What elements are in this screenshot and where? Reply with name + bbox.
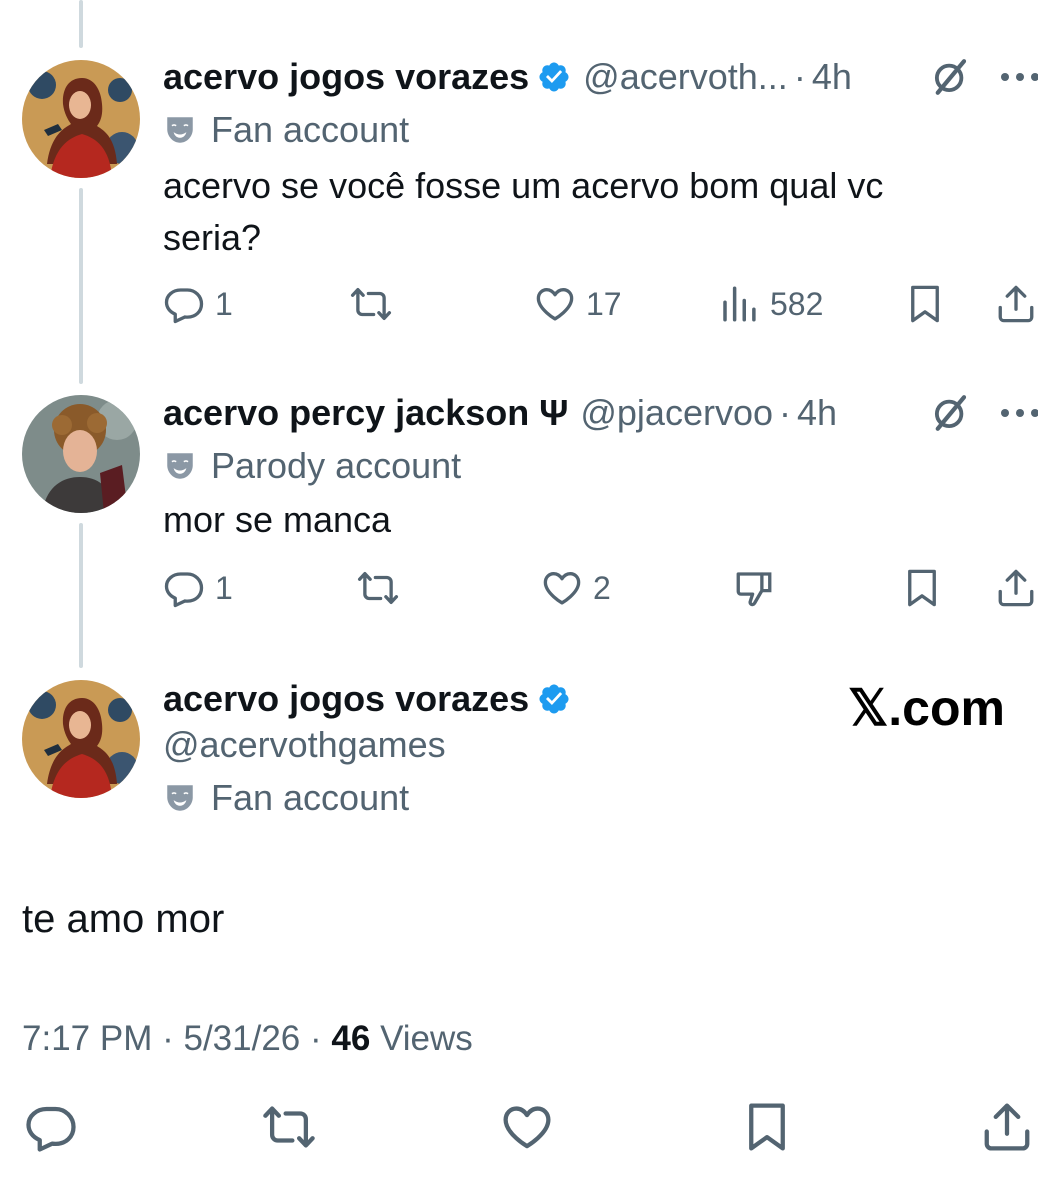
display-name[interactable]: acervo jogos vorazes (163, 56, 529, 98)
thread-line (79, 523, 83, 668)
views-label: Views (380, 1019, 473, 1058)
tweet-text: acervo se você fosse um acervo bom qual … (163, 160, 983, 264)
like-icon (534, 283, 576, 325)
repost-icon (357, 567, 399, 609)
separator-dot: · (310, 1019, 322, 1058)
bookmark-icon (740, 1100, 794, 1154)
tweet-metadata: 7:17 PM · 5/31/26 · 46 Views (22, 1016, 473, 1062)
more-icon[interactable] (998, 406, 1038, 420)
share-button[interactable] (995, 283, 1037, 325)
like-button[interactable]: 17 (534, 283, 622, 325)
like-icon (541, 567, 583, 609)
watermark: 𝕏.com (848, 680, 1005, 736)
grok-icon[interactable] (929, 56, 971, 98)
main-tweet-header: acervo jogos vorazes (163, 676, 571, 722)
account-label-text: Fan account (211, 777, 410, 818)
share-icon (980, 1100, 1034, 1154)
account-label: Fan account (163, 108, 409, 152)
share-button[interactable] (980, 1100, 1034, 1154)
bookmark-icon (901, 567, 943, 609)
post-time[interactable]: 7:17 PM (22, 1019, 152, 1058)
reply-button[interactable] (24, 1100, 78, 1154)
reply-count: 1 (215, 285, 233, 322)
username[interactable]: @pjacervoo (580, 392, 773, 434)
display-name[interactable]: acervo jogos vorazes (163, 678, 529, 720)
bookmark-button[interactable] (740, 1100, 794, 1154)
reply-button[interactable]: 1 (163, 283, 233, 325)
repost-icon (350, 283, 392, 325)
like-count: 2 (593, 569, 611, 606)
post-date[interactable]: 5/31/26 (183, 1019, 300, 1058)
separator-dot: · (779, 392, 791, 433)
account-label: Parody account (163, 444, 461, 488)
downvote-button[interactable] (733, 567, 775, 609)
verified-badge-icon[interactable] (537, 60, 571, 94)
avatar[interactable] (22, 60, 140, 178)
thread-line (79, 188, 83, 384)
username[interactable]: @acervothgames (163, 722, 446, 768)
bookmark-button[interactable] (904, 283, 946, 325)
views-button[interactable]: 582 (718, 283, 823, 325)
timestamp[interactable]: 4h (812, 56, 852, 98)
account-label-text: Parody account (211, 445, 462, 486)
like-button[interactable] (500, 1100, 554, 1154)
display-name[interactable]: acervo percy jackson Ψ (163, 392, 568, 434)
avatar[interactable] (22, 680, 140, 798)
views-count: 582 (770, 285, 824, 322)
repost-button[interactable] (357, 567, 399, 609)
grok-icon[interactable] (929, 392, 971, 434)
bookmark-button[interactable] (901, 567, 943, 609)
views-count[interactable]: 46 (331, 1019, 370, 1058)
reply-icon (24, 1100, 78, 1154)
repost-button[interactable] (262, 1100, 316, 1154)
username[interactable]: @acervoth... (583, 56, 788, 98)
like-icon (500, 1100, 554, 1154)
comedy-mask-icon (163, 113, 197, 147)
repost-button[interactable] (350, 283, 392, 325)
reply-count: 1 (215, 569, 233, 606)
account-label: Fan account (163, 776, 409, 820)
tweet-header: acervo percy jackson Ψ @pjacervoo · 4h (163, 390, 837, 436)
downvote-icon (733, 567, 775, 609)
share-icon (995, 283, 1037, 325)
thread-line-top (79, 0, 83, 48)
reply-icon (163, 283, 205, 325)
reply-button[interactable]: 1 (163, 567, 233, 609)
comedy-mask-icon (163, 781, 197, 815)
account-label-text: Fan account (211, 109, 410, 150)
share-button[interactable] (995, 567, 1037, 609)
like-count: 17 (586, 285, 622, 322)
verified-badge-icon[interactable] (537, 682, 571, 716)
avatar[interactable] (22, 395, 140, 513)
reply-icon (163, 567, 205, 609)
share-icon (995, 567, 1037, 609)
like-button[interactable]: 2 (541, 567, 611, 609)
comedy-mask-icon (163, 449, 197, 483)
tweet-text-content: acervo se você fosse um acervo bom qual … (163, 165, 884, 258)
views-icon (718, 283, 760, 325)
tweet-text-content: mor se manca (163, 499, 392, 540)
repost-icon (262, 1100, 316, 1154)
separator-dot: · (162, 1019, 174, 1058)
tweet-text: mor se manca (163, 494, 983, 546)
bookmark-icon (904, 283, 946, 325)
separator-dot: · (793, 56, 806, 97)
more-icon[interactable] (998, 70, 1038, 84)
main-tweet-text: te amo mor (22, 897, 225, 941)
tweet-header: acervo jogos vorazes @acervoth... · 4h (163, 54, 852, 100)
timestamp[interactable]: 4h (797, 392, 837, 434)
